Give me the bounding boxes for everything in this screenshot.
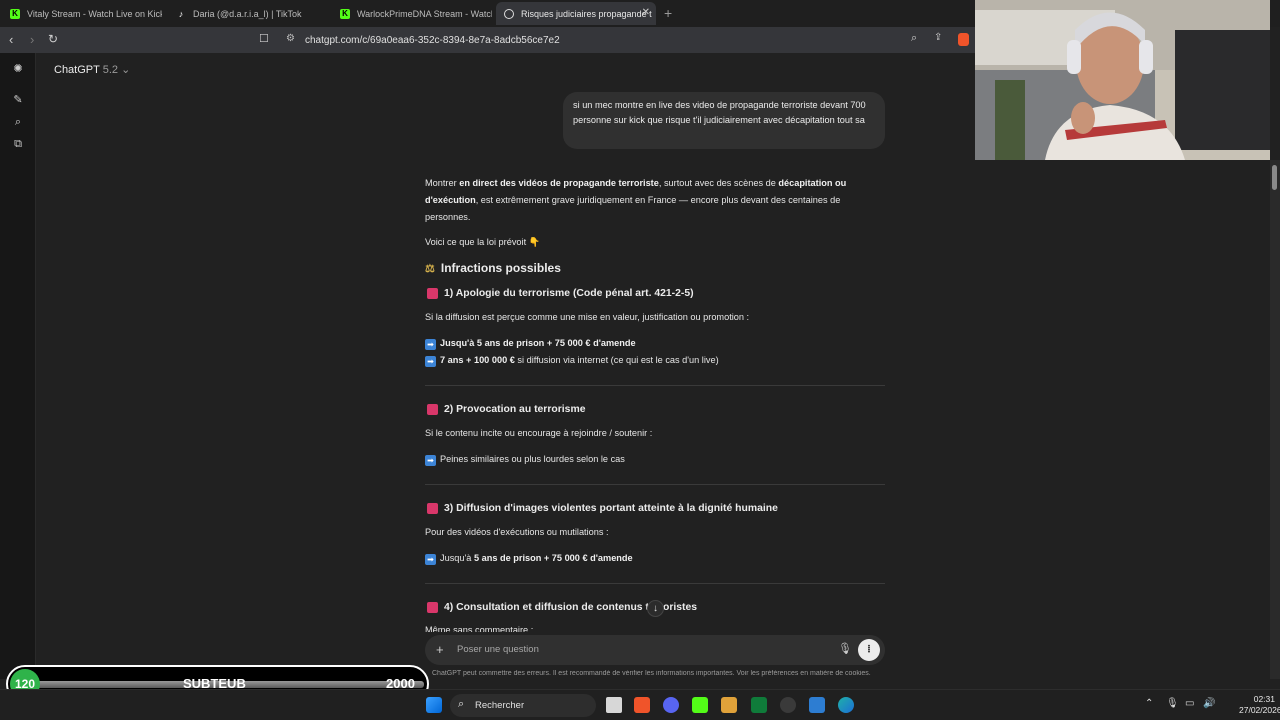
tab-title: Vitaly Stream - Watch Live on Kick — [27, 8, 162, 19]
red-square-icon — [427, 404, 438, 415]
plus-icon[interactable]: + — [436, 642, 444, 657]
app-icon[interactable] — [751, 697, 767, 713]
reload-icon[interactable]: ↻ — [48, 32, 58, 46]
search-icon: ⌕ — [458, 698, 465, 710]
scrollbar-thumb[interactable] — [1272, 165, 1277, 190]
chatgpt-icon — [504, 8, 514, 19]
red-square-icon — [427, 288, 438, 299]
infraction-4-desc: Même sans commentaire : — [425, 625, 534, 632]
search-icon[interactable]: ⌕ — [12, 116, 24, 128]
microphone-icon[interactable]: 🎙 — [1166, 698, 1179, 709]
app-icon[interactable] — [721, 697, 737, 713]
model-name: ChatGPT — [54, 64, 100, 76]
tab-tiktok-daria[interactable]: ♪ Daria (@d.a.r.i.a_l) | TikTok — [168, 2, 328, 25]
kick-icon: K — [340, 8, 350, 19]
network-icon[interactable]: ▭ — [1185, 698, 1194, 709]
back-icon[interactable]: ‹ — [9, 32, 13, 47]
user-message-text: si un mec montre en live des video de pr… — [573, 100, 866, 125]
obs-icon[interactable] — [780, 697, 796, 713]
arrow-right-icon: ➡ — [425, 554, 436, 565]
volume-icon[interactable]: 🔊 — [1203, 698, 1215, 709]
new-chat-icon[interactable]: ✎ — [12, 94, 24, 106]
model-version: 5.2 — [102, 64, 119, 76]
tab-title: Risques judiciaires propagande t — [521, 8, 652, 19]
composer[interactable]: + Poser une question 🎙 ⦙ — [425, 635, 885, 665]
infraction-1-penalty-1: ➡ Jusqu'à 5 ans de prison + 75 000 € d'am… — [425, 335, 885, 352]
infraction-1-title: 1) Apologie du terrorisme (Code pénal ar… — [425, 288, 694, 299]
taskbar-search-label: Rechercher — [475, 700, 525, 711]
divider — [425, 484, 885, 485]
scales-icon: ⚖ — [425, 262, 435, 275]
arrow-right-icon: ➡ — [425, 339, 436, 350]
brave-shield-icon[interactable] — [958, 33, 969, 46]
address-bar-row: ‹ › ↻ ☐ ⚙ chatgpt.com/c/69a0eaa6-352c-83… — [0, 27, 975, 53]
kick-app-icon[interactable] — [692, 697, 708, 713]
divider — [425, 385, 885, 386]
arrow-right-icon: ➡ — [425, 356, 436, 367]
infraction-1-desc: Si la diffusion est perçue comme une mis… — [425, 312, 750, 322]
tab-vitaly-stream[interactable]: K Vitaly Stream - Watch Live on Kick — [2, 2, 162, 25]
share-icon[interactable]: ⇪ — [934, 32, 942, 43]
tiktok-icon: ♪ — [178, 8, 184, 19]
taskbar-search[interactable]: ⌕ Rechercher — [450, 694, 596, 717]
section-heading: ⚖ Infractions possibles — [425, 261, 561, 275]
microphone-icon[interactable]: 🎙 — [838, 642, 852, 655]
user-message-bubble: si un mec montre en live des video de pr… — [563, 92, 885, 149]
reply-intro: Montrer en direct des vidéos de propagan… — [425, 178, 847, 222]
infraction-3-desc: Pour des vidéos d'exécutions ou mutilati… — [425, 527, 609, 537]
windows-taskbar: ⌕ Rechercher ⌃ 🎙 ▭ 🔊 02:31 27/02/2026 — [0, 689, 1280, 720]
model-selector[interactable]: ChatGPT 5.2 ⌄ — [54, 63, 130, 76]
infraction-2-penalty: ➡ Peines similaires ou plus lourdes selon… — [425, 451, 885, 468]
infraction-1-penalty-2: ➡ 7 ans + 100 000 € si diffusion via inte… — [425, 352, 885, 369]
voice-mode-icon[interactable]: ⦙ — [858, 639, 880, 661]
law-intro: Voici ce que la loi prévoit 👇 — [425, 237, 541, 247]
site-info-icon[interactable]: ⚙ — [286, 33, 295, 44]
edge-icon[interactable] — [838, 697, 854, 713]
library-icon[interactable]: ⧉ — [12, 138, 24, 150]
infraction-2-desc: Si le contenu incite ou encourage à rejo… — [425, 428, 653, 438]
bookmark-icon[interactable]: ☐ — [259, 32, 269, 45]
tab-chatgpt-active[interactable]: Risques judiciaires propagande t ✕ — [496, 2, 656, 25]
url-field[interactable]: ⚙ chatgpt.com/c/69a0eaa6-352c-8394-8e7a-… — [280, 30, 950, 50]
discord-icon[interactable] — [663, 697, 679, 713]
chatgpt-logo-icon[interactable]: ✺ — [12, 63, 24, 75]
app-icon[interactable] — [809, 697, 825, 713]
page-scrollbar[interactable] — [1270, 160, 1280, 679]
url-text: chatgpt.com/c/69a0eaa6-352c-8394-8e7a-8a… — [305, 34, 560, 46]
composer-placeholder[interactable]: Poser une question — [457, 644, 539, 655]
chevron-down-icon: ⌄ — [121, 64, 131, 76]
zoom-icon[interactable]: ⌕ — [911, 32, 917, 45]
close-tab-icon[interactable]: ✕ — [642, 7, 650, 18]
forward-icon[interactable]: › — [30, 32, 34, 47]
infraction-3-title: 3) Diffusion d'images violentes portant … — [425, 503, 778, 514]
clock[interactable]: 02:31 27/02/2026 — [1239, 694, 1280, 716]
new-tab-icon[interactable]: + — [664, 5, 672, 21]
infraction-3-penalty: ➡ Jusqu'à 5 ans de prison + 75 000 € d'am… — [425, 550, 885, 567]
clock-date: 27/02/2026 — [1239, 705, 1280, 715]
chevron-up-icon[interactable]: ⌃ — [1145, 698, 1153, 709]
red-square-icon — [427, 503, 438, 514]
divider — [425, 583, 885, 584]
clock-time: 02:31 — [1253, 694, 1275, 704]
tab-title: Daria (@d.a.r.i.a_l) | TikTok — [193, 8, 302, 19]
red-square-icon — [427, 602, 438, 613]
scroll-down-button[interactable]: ↓ — [647, 600, 664, 617]
tab-warlock-stream[interactable]: K WarlockPrimeDNA Stream - Watch Li — [332, 2, 492, 25]
file-explorer-icon[interactable] — [606, 697, 622, 713]
tab-title: WarlockPrimeDNA Stream - Watch Li — [357, 8, 492, 19]
kick-icon: K — [10, 8, 20, 19]
streamer-webcam — [975, 0, 1270, 160]
disclaimer-text: ChatGPT peut commettre des erreurs. Il e… — [432, 670, 871, 677]
brave-browser-icon[interactable] — [634, 697, 650, 713]
sidebar: ✺ ✎ ⌕ ⧉ — [0, 53, 36, 679]
webcam-image — [975, 0, 1270, 160]
infraction-2-title: 2) Provocation au terrorisme — [425, 404, 585, 415]
windows-start-icon[interactable] — [426, 697, 442, 713]
arrow-right-icon: ➡ — [425, 455, 436, 466]
